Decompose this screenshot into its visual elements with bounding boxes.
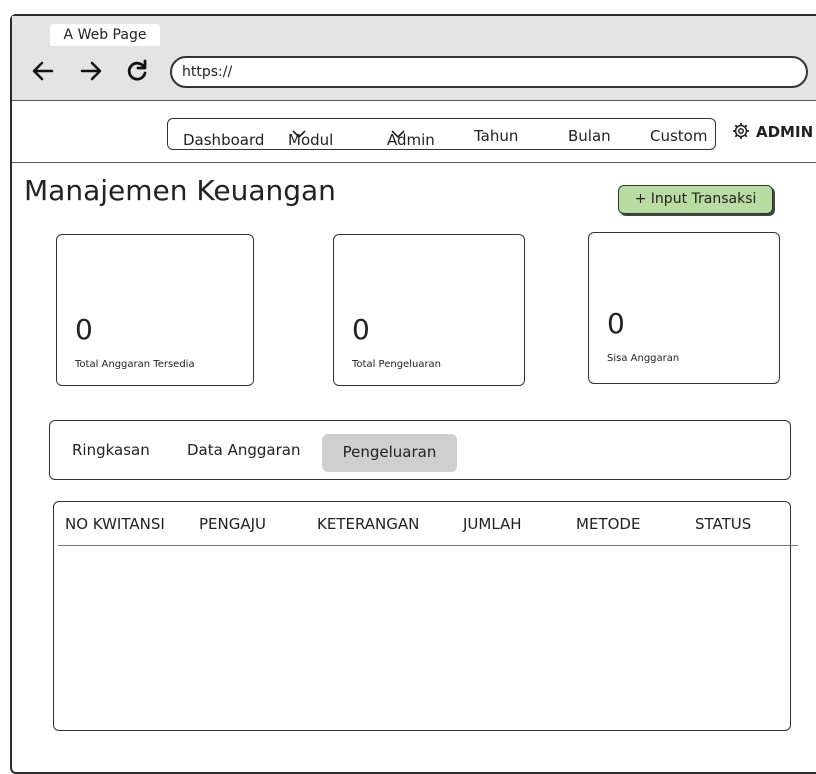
column-header-keterangan[interactable]: KETERANGAN xyxy=(317,515,419,533)
nav-item-modul[interactable]: Modul xyxy=(288,125,333,149)
main-menu: Dashboard Modul Admin Tahun Bulan Custom xyxy=(167,118,716,150)
tab-ringkasan[interactable]: Ringkasan xyxy=(72,441,150,459)
tab-data-anggaran[interactable]: Data Anggaran xyxy=(187,441,300,459)
card-total-pengeluaran: 0 Total Pengeluaran xyxy=(333,234,525,386)
url-input[interactable]: https:// xyxy=(170,56,808,88)
nav-item-admin[interactable]: Admin xyxy=(387,125,435,149)
card-sisa-anggaran: 0 Sisa Anggaran xyxy=(588,232,780,384)
tab-pengeluaran-label: Pengeluaran xyxy=(342,443,437,461)
column-header-pengaju[interactable]: PENGAJU xyxy=(199,515,266,533)
navbar-divider xyxy=(12,162,816,163)
pengeluaran-table xyxy=(53,501,791,731)
column-header-jumlah[interactable]: JUMLAH xyxy=(463,515,522,533)
card-label: Sisa Anggaran xyxy=(607,353,680,364)
table-header-divider xyxy=(58,545,798,546)
card-total-anggaran: 0 Total Anggaran Tersedia xyxy=(56,234,254,386)
column-header-metode[interactable]: METODE xyxy=(576,515,640,533)
card-value: 0 xyxy=(352,313,370,346)
card-value: 0 xyxy=(75,313,93,346)
card-value: 0 xyxy=(607,307,625,340)
browser-tab[interactable]: A Web Page xyxy=(50,24,160,46)
user-menu[interactable]: ADMIN xyxy=(732,122,813,141)
input-transaksi-button[interactable]: + Input Transaksi xyxy=(618,185,773,214)
browser-tab-title: A Web Page xyxy=(63,27,147,43)
user-label: ADMIN xyxy=(756,123,814,141)
arrow-left-icon[interactable] xyxy=(30,58,56,91)
card-label: Total Pengeluaran xyxy=(352,359,442,370)
page-title: Manajemen Keuangan xyxy=(24,174,336,207)
tab-pengeluaran[interactable]: Pengeluaran xyxy=(322,434,457,472)
column-header-no-kwitansi[interactable]: NO KWITANSI xyxy=(65,515,165,533)
arrow-right-icon[interactable] xyxy=(78,58,104,91)
card-label: Total Anggaran Tersedia xyxy=(75,359,195,370)
reload-icon[interactable] xyxy=(124,58,150,91)
column-header-status[interactable]: STATUS xyxy=(695,515,751,533)
gear-icon xyxy=(733,123,749,139)
